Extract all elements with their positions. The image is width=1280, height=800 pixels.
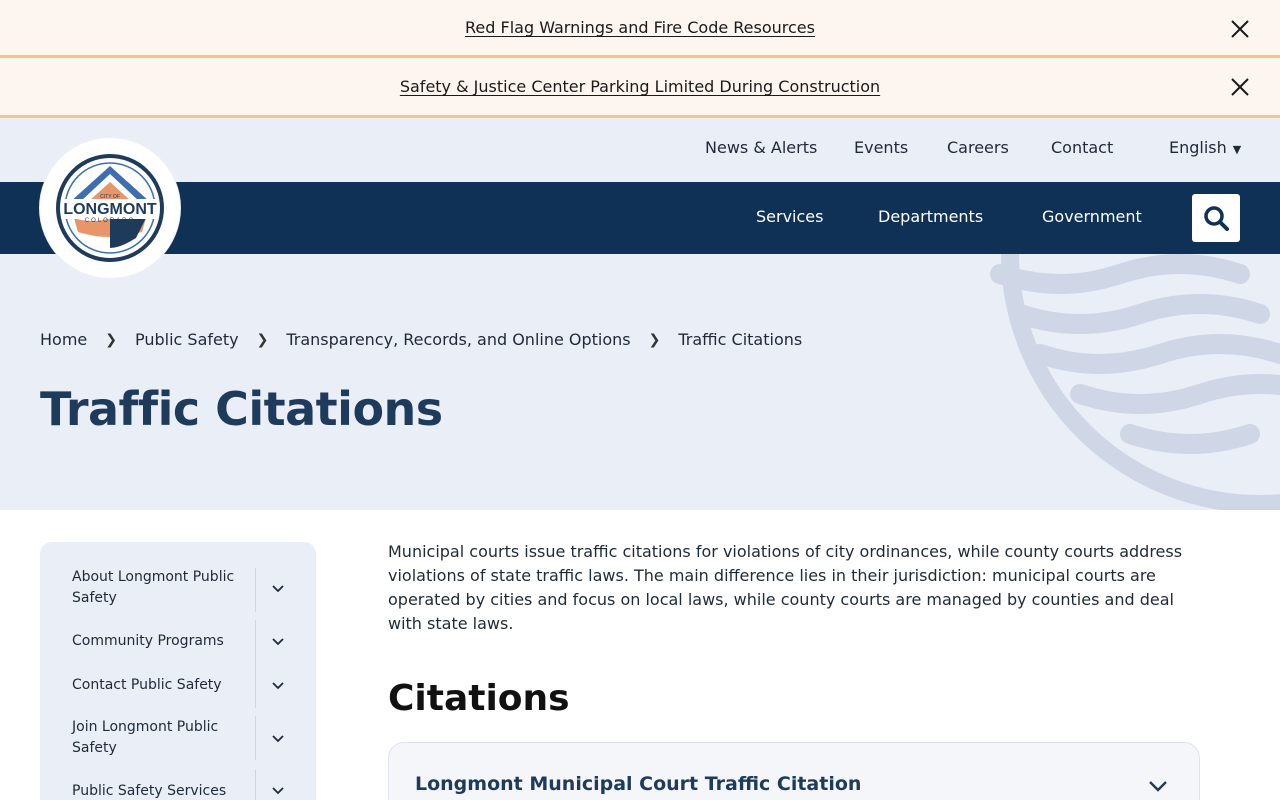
search-icon — [1204, 206, 1229, 231]
sidebar-item-join[interactable]: Join Longmont Public Safety — [72, 717, 242, 759]
caret-down-icon: ▼ — [1232, 143, 1242, 156]
accordion-title: Longmont Municipal Court Traffic Citatio… — [415, 773, 862, 795]
search-button[interactable] — [1192, 194, 1240, 242]
chevron-down-icon[interactable] — [270, 581, 286, 597]
sidebar-divider — [255, 620, 256, 664]
sidebar-item-community[interactable]: Community Programs — [72, 631, 242, 652]
logo-top-text: CITY OF — [100, 194, 120, 200]
chevron-right-icon: ❯ — [648, 331, 661, 348]
main-content: Municipal courts issue traffic citations… — [388, 540, 1208, 719]
alert-link-parking[interactable]: Safety & Justice Center Parking Limited … — [400, 77, 880, 96]
sidebar-divider — [255, 664, 256, 708]
close-icon[interactable] — [1228, 75, 1252, 99]
breadcrumb-public-safety[interactable]: Public Safety — [135, 330, 239, 349]
intro-paragraph: Municipal courts issue traffic citations… — [388, 542, 1183, 633]
logo-name: LONGMONT — [63, 201, 157, 218]
language-select[interactable]: English ▼ — [1169, 138, 1241, 157]
sidebar-item-services[interactable]: Public Safety Services — [72, 781, 242, 800]
page-hero: Home ❯ Public Safety ❯ Transparency, Rec… — [0, 254, 1280, 510]
nav-services[interactable]: Services — [756, 207, 823, 226]
seal-watermark-icon — [990, 254, 1280, 510]
utility-nav: News & Alerts Events Careers Contact Eng… — [0, 118, 1280, 182]
chevron-down-icon[interactable] — [270, 783, 286, 799]
sidebar-divider — [255, 716, 256, 760]
sidebar-item-contact[interactable]: Contact Public Safety — [72, 675, 242, 696]
chevron-down-icon[interactable] — [270, 678, 286, 694]
city-logo[interactable]: CITY OF LONGMONT COLORADO — [40, 138, 180, 278]
chevron-down-icon[interactable] — [270, 731, 286, 747]
alert-link-red-flag[interactable]: Red Flag Warnings and Fire Code Resource… — [465, 18, 815, 37]
chevron-down-icon — [1149, 781, 1167, 792]
main-nav: Services Departments Government — [0, 182, 1280, 254]
close-icon[interactable] — [1228, 17, 1252, 41]
sidebar-divider — [255, 770, 256, 800]
chevron-right-icon: ❯ — [256, 331, 269, 348]
alert-banner-parking: Safety & Justice Center Parking Limited … — [0, 58, 1280, 118]
logo-sub: COLORADO — [85, 218, 135, 224]
accordion-municipal-citation[interactable]: Longmont Municipal Court Traffic Citatio… — [388, 742, 1200, 800]
nav-events[interactable]: Events — [854, 138, 908, 157]
breadcrumb-transparency[interactable]: Transparency, Records, and Online Option… — [286, 330, 630, 349]
alert-banner-red-flag: Red Flag Warnings and Fire Code Resource… — [0, 0, 1280, 58]
page-title: Traffic Citations — [40, 382, 443, 436]
breadcrumb-current: Traffic Citations — [678, 330, 803, 349]
chevron-right-icon: ❯ — [105, 331, 117, 348]
nav-contact[interactable]: Contact — [1051, 138, 1113, 157]
nav-departments[interactable]: Departments — [878, 207, 983, 226]
nav-government[interactable]: Government — [1042, 207, 1142, 226]
breadcrumb-home[interactable]: Home — [40, 330, 87, 349]
nav-news-alerts[interactable]: News & Alerts — [705, 138, 817, 157]
longmont-logo-icon: CITY OF LONGMONT COLORADO — [56, 154, 164, 262]
language-label: English — [1169, 138, 1227, 157]
nav-careers[interactable]: Careers — [947, 138, 1009, 157]
sidebar-divider — [255, 568, 256, 612]
chevron-down-icon[interactable] — [270, 634, 286, 650]
breadcrumb: Home ❯ Public Safety ❯ Transparency, Rec… — [40, 330, 802, 349]
section-heading: Citations — [388, 678, 570, 719]
sidebar-item-about[interactable]: About Longmont Public Safety — [72, 567, 242, 609]
sidebar-nav: About Longmont Public Safety Community P… — [40, 542, 316, 800]
